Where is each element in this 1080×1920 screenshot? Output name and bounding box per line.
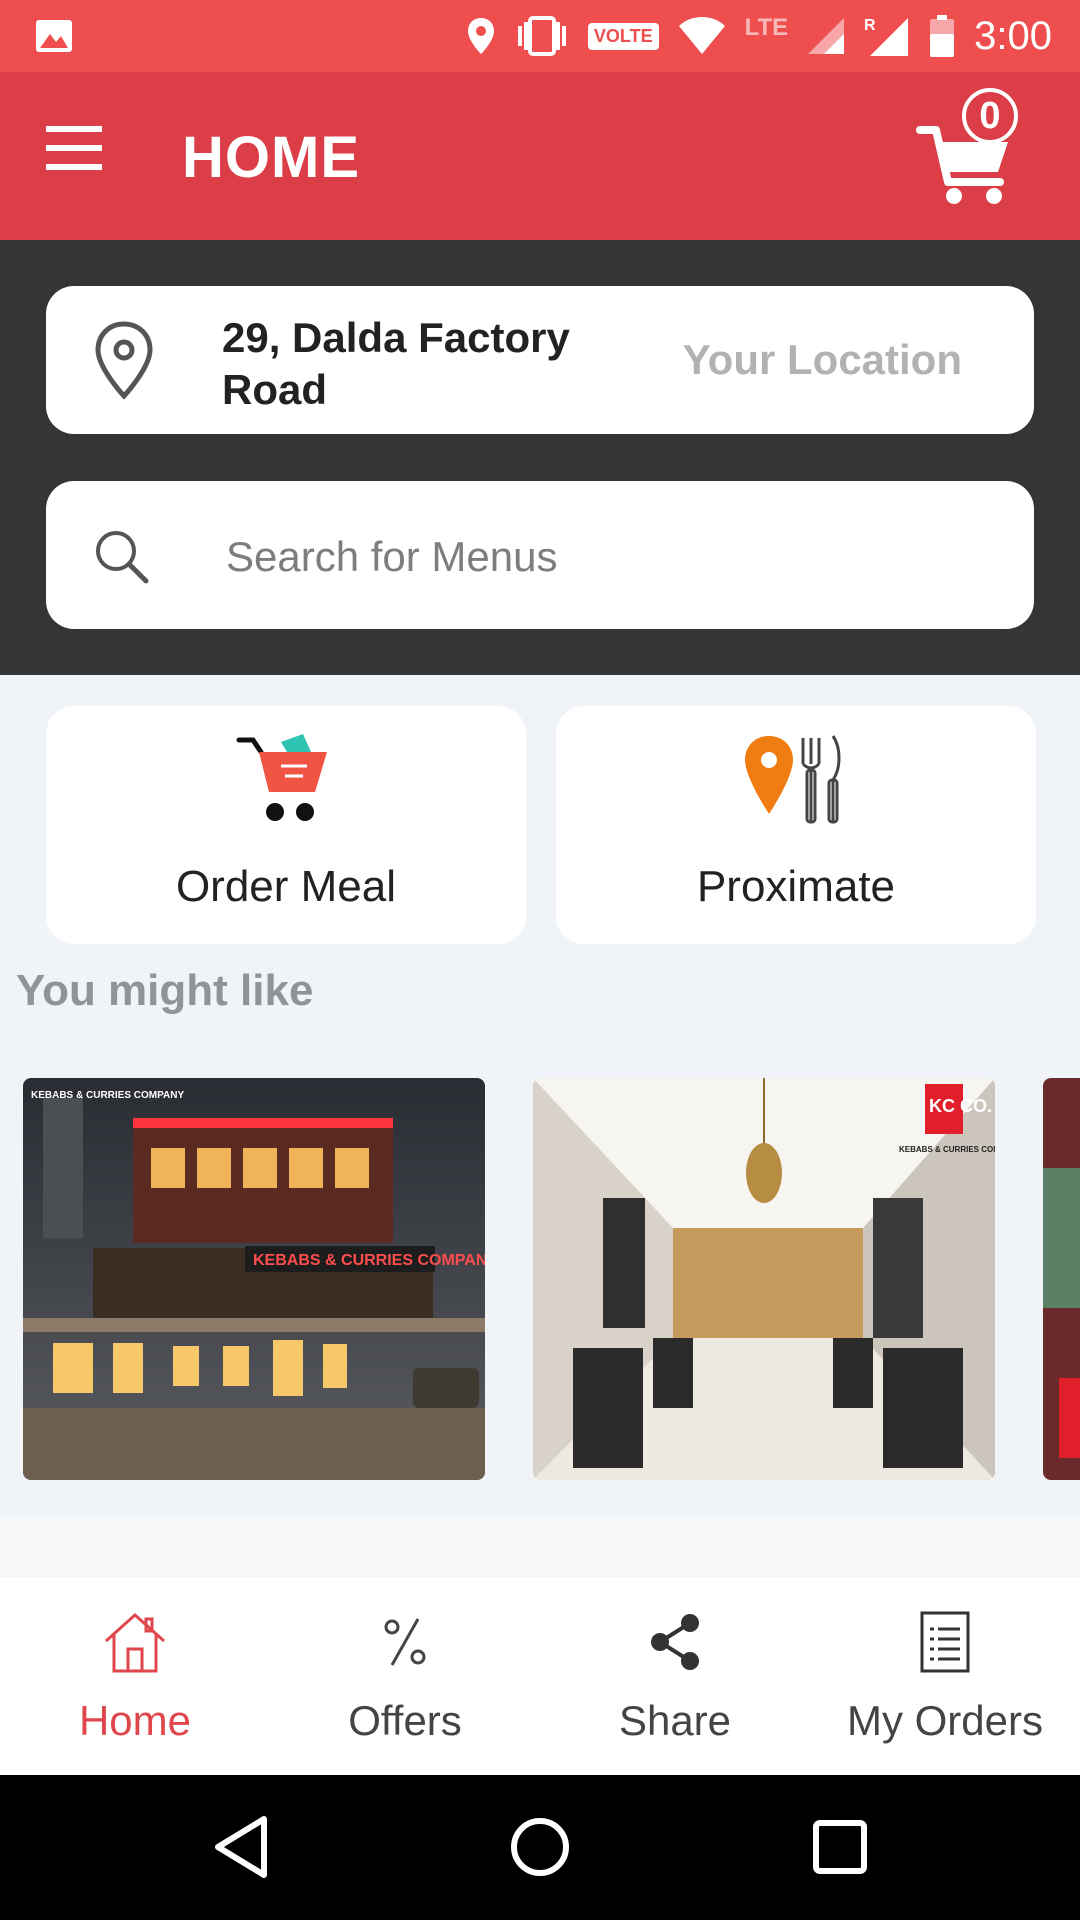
- search-input[interactable]: Search for Menus: [46, 481, 1034, 629]
- location-cutlery-icon: [745, 735, 841, 824]
- percent-icon: [384, 1618, 426, 1666]
- order-meal-label: Order Meal: [175, 862, 397, 911]
- restaurant-exterior-image: KEBABS & CURRIES COMPANY KEBABS & CURRIE…: [23, 1078, 485, 1480]
- svg-text:KEBABS & CURRIES COMPANY: KEBABS & CURRIES COMPANY: [31, 1090, 184, 1101]
- status-bar: VOLTE LTE R 3:00: [0, 0, 1080, 72]
- wifi-icon: [678, 17, 725, 54]
- location-icon: [467, 18, 494, 54]
- search-placeholder: Search for Menus: [226, 533, 558, 580]
- order-meal-tile[interactable]: Order Meal: [46, 706, 526, 944]
- nav-my-orders-label: My Orders: [846, 1697, 1043, 1744]
- app-bar: HOME: [0, 72, 1080, 240]
- nav-share-label: Share: [618, 1697, 732, 1744]
- svg-text:KC CO.: KC CO.: [929, 1096, 992, 1116]
- nav-share[interactable]: Share: [540, 1577, 810, 1775]
- home-icon: [104, 1613, 166, 1673]
- location-selector[interactable]: 29, Dalda Factory Road Your Location: [46, 286, 1034, 434]
- restaurant-card[interactable]: [1043, 1078, 1080, 1480]
- home-circle-icon[interactable]: [504, 1811, 576, 1883]
- shopping-cart-icon: [236, 734, 327, 821]
- nav-home-label: Home: [78, 1697, 192, 1744]
- hamburger-menu-icon[interactable]: [46, 126, 118, 186]
- nav-home[interactable]: Home: [0, 1577, 270, 1775]
- nav-offers[interactable]: Offers: [270, 1577, 540, 1775]
- share-icon: [651, 1614, 699, 1670]
- signal-roaming-icon: R: [864, 17, 909, 56]
- back-icon[interactable]: [206, 1811, 278, 1883]
- search-icon: [96, 531, 149, 584]
- section-title: You might like: [16, 966, 314, 1015]
- image-icon: [36, 20, 72, 52]
- nav-my-orders[interactable]: My Orders: [810, 1577, 1080, 1775]
- svg-text:KEBABS & CURRIES COMPANY: KEBABS & CURRIES COMPANY: [899, 1145, 995, 1154]
- recent-apps-icon[interactable]: [804, 1811, 876, 1883]
- nav-offers-label: Offers: [348, 1697, 462, 1744]
- proximate-tile[interactable]: Proximate: [556, 706, 1036, 944]
- restaurant-image-partial: [1043, 1078, 1080, 1480]
- restaurant-card[interactable]: KC CO. KEBABS & CURRIES COMPANY: [533, 1078, 995, 1480]
- location-pin-icon: [95, 321, 153, 400]
- proximate-label: Proximate: [696, 862, 896, 911]
- vibrate-icon: [517, 16, 566, 56]
- volte-badge: VOLTE: [587, 22, 659, 50]
- page-title: HOME: [182, 125, 360, 190]
- orders-list-icon: [920, 1611, 970, 1673]
- recommendations-carousel[interactable]: KEBABS & CURRIES COMPANY KEBABS & CURRIE…: [0, 1060, 1080, 1515]
- current-address: 29, Dalda Factory Road: [222, 314, 570, 413]
- content-footer-spacer: [0, 1515, 1080, 1577]
- your-location-label: Your Location: [682, 336, 962, 383]
- restaurant-interior-image: KC CO. KEBABS & CURRIES COMPANY: [533, 1078, 995, 1480]
- signal-icon: [808, 18, 845, 54]
- clock: 3:00: [974, 13, 1052, 58]
- lte-label: LTE: [744, 14, 789, 41]
- svg-text:KEBABS & CURRIES COMPANY: KEBABS & CURRIES COMPANY: [253, 1252, 485, 1269]
- cart-count-badge: 0: [962, 88, 1018, 144]
- battery-icon: [930, 15, 955, 57]
- bottom-navigation: Home Offers Share My Orders: [0, 1577, 1080, 1775]
- restaurant-card[interactable]: KEBABS & CURRIES COMPANY KEBABS & CURRIE…: [23, 1078, 485, 1480]
- system-navigation-bar: [0, 1775, 1080, 1920]
- svg-text:R: R: [864, 17, 876, 34]
